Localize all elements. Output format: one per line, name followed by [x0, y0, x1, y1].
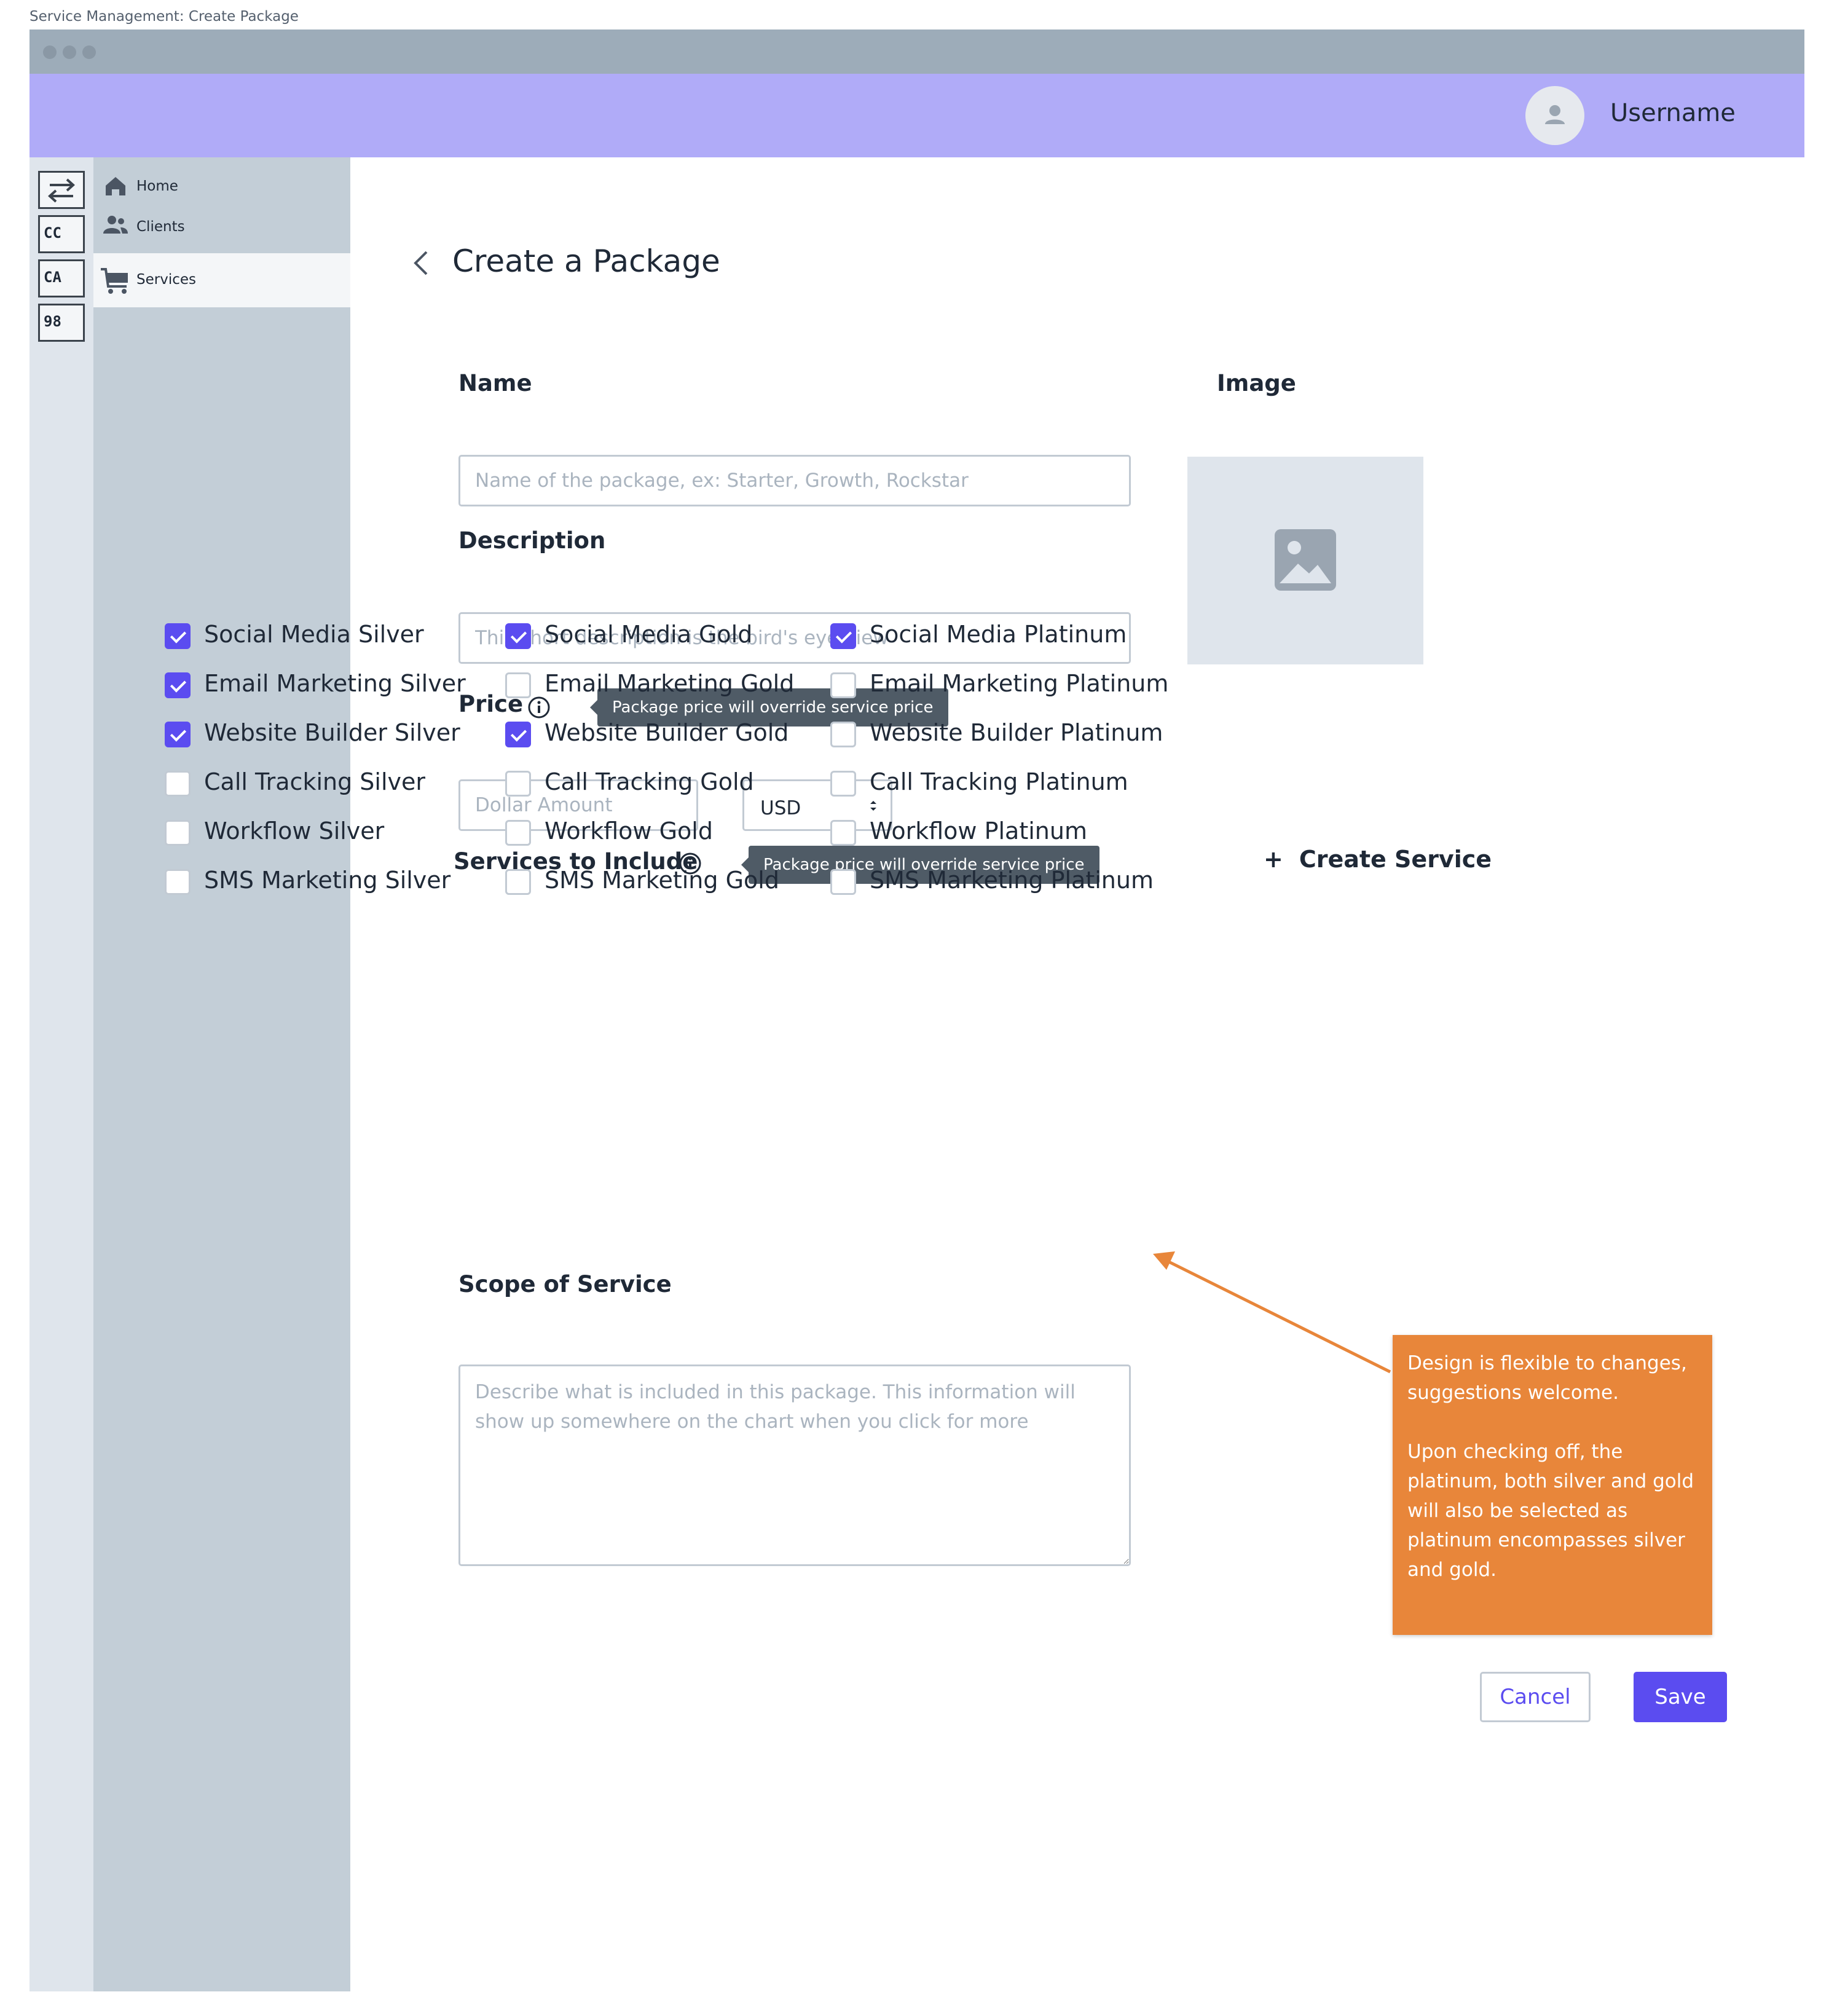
checkbox-unchecked[interactable] [165, 820, 191, 846]
annotation-paragraph: Design is flexible to changes, suggestio… [1407, 1352, 1687, 1404]
chevron-left-icon[interactable] [412, 250, 430, 277]
checkbox-unchecked[interactable] [505, 771, 531, 797]
service-option-label: Call Tracking Silver [204, 768, 426, 795]
service-option-label: Email Marketing Gold [545, 670, 795, 697]
username[interactable]: Username [1610, 96, 1736, 130]
service-option-label: Website Builder Gold [545, 719, 789, 746]
avatar[interactable] [1525, 86, 1584, 145]
checkbox-unchecked[interactable] [830, 820, 856, 846]
service-option-label: Email Marketing Silver [204, 670, 466, 697]
description-label: Description [458, 527, 606, 554]
service-option-label: Workflow Gold [545, 817, 713, 845]
plus-icon: + [1264, 846, 1283, 873]
app-switcher-rail: CC CA 98 [30, 157, 93, 1991]
swap-arrows-icon [48, 178, 75, 203]
main-content: Create a Package Name Image Description … [165, 157, 1804, 1991]
checkbox-checked[interactable] [505, 722, 531, 747]
checkbox-checked[interactable] [165, 722, 191, 747]
window-close-dot[interactable] [43, 45, 57, 59]
sidebar-item-label: Services [136, 272, 196, 288]
cancel-button[interactable]: Cancel [1480, 1672, 1591, 1722]
service-option-label: SMS Marketing Silver [204, 867, 451, 894]
create-service-label: Create Service [1299, 846, 1492, 873]
checkbox-unchecked[interactable] [505, 820, 531, 846]
app-window: Username CC CA 98 Home Clients Services … [30, 30, 1804, 1991]
service-option-label: Workflow Platinum [870, 817, 1087, 845]
rail-item-98[interactable]: 98 [38, 304, 85, 342]
sidebar-item-label: Home [136, 178, 178, 194]
service-option-label: Workflow Silver [204, 817, 385, 845]
sidebar-item-label: Clients [136, 219, 185, 235]
sidebar: Home Clients Services [93, 157, 350, 1991]
home-icon [106, 177, 125, 195]
service-option-label: SMS Marketing Gold [545, 867, 779, 894]
checkbox-unchecked[interactable] [505, 869, 531, 895]
page-title: Create a Package [452, 243, 720, 279]
cart-icon [101, 268, 128, 294]
sidebar-item-services[interactable]: Services [93, 253, 350, 307]
annotation-note: Design is flexible to changes, suggestio… [1393, 1335, 1712, 1635]
rail-item-ca[interactable]: CA [38, 259, 85, 297]
checkbox-unchecked[interactable] [830, 771, 856, 797]
checkbox-unchecked[interactable] [505, 672, 531, 698]
image-upload[interactable] [1187, 457, 1423, 664]
service-option-label: Website Builder Silver [204, 719, 460, 746]
checkbox-checked[interactable] [165, 672, 191, 698]
window-titlebar [30, 30, 1804, 74]
window-minimize-dot[interactable] [63, 45, 76, 59]
name-input[interactable] [458, 455, 1131, 506]
save-button[interactable]: Save [1634, 1672, 1727, 1722]
service-option-label: Social Media Gold [545, 621, 753, 648]
window-maximize-dot[interactable] [82, 45, 96, 59]
rail-item-cc[interactable]: CC [38, 215, 85, 253]
checkbox-checked[interactable] [830, 623, 856, 649]
select-arrows-icon [870, 801, 876, 811]
create-service-button[interactable]: + Create Service [1264, 846, 1492, 873]
scope-textarea[interactable] [458, 1364, 1131, 1566]
currency-value: USD [760, 797, 801, 819]
annotation-paragraph: Upon checking off, the platinum, both si… [1407, 1441, 1694, 1581]
service-option-label: Call Tracking Gold [545, 768, 754, 795]
user-icon [1545, 105, 1565, 124]
checkbox-checked[interactable] [165, 623, 191, 649]
service-option-label: Website Builder Platinum [870, 719, 1163, 746]
checkbox-unchecked[interactable] [165, 869, 191, 895]
checkbox-unchecked[interactable] [165, 771, 191, 797]
scope-label: Scope of Service [458, 1271, 672, 1297]
image-placeholder-icon [1275, 529, 1336, 591]
service-option-label: Social Media Silver [204, 621, 424, 648]
service-option-label: SMS Marketing Platinum [870, 867, 1154, 894]
name-label: Name [458, 370, 532, 396]
switch-app-button[interactable] [38, 171, 85, 209]
checkbox-unchecked[interactable] [830, 672, 856, 698]
app-header: Username [30, 74, 1804, 157]
image-label: Image [1217, 370, 1296, 396]
users-icon [103, 216, 128, 234]
sidebar-item-clients[interactable]: Clients [93, 198, 350, 252]
info-icon[interactable] [527, 696, 551, 719]
service-option-label: Call Tracking Platinum [870, 768, 1128, 795]
service-option-label: Email Marketing Platinum [870, 670, 1169, 697]
page-caption: Service Management: Create Package [30, 9, 299, 25]
checkbox-unchecked[interactable] [830, 722, 856, 747]
service-option-label: Social Media Platinum [870, 621, 1127, 648]
checkbox-unchecked[interactable] [830, 869, 856, 895]
checkbox-checked[interactable] [505, 623, 531, 649]
